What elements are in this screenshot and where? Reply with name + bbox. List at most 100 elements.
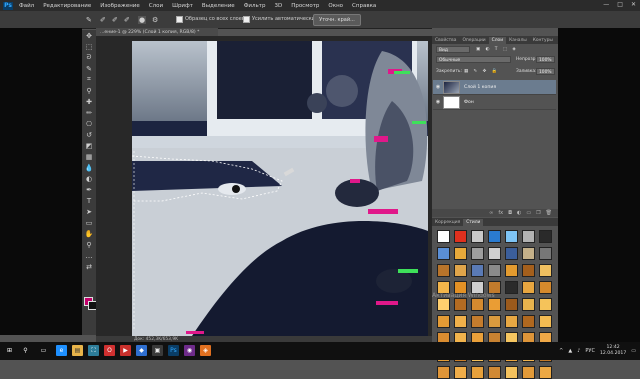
pen-tool-icon[interactable]: ✒	[82, 184, 96, 195]
app-icon[interactable]: ◉	[184, 345, 195, 356]
close-button[interactable]: ✕	[631, 1, 636, 8]
opacity-input[interactable]: 100%	[536, 56, 555, 63]
menu-layers[interactable]: Слои	[149, 3, 163, 9]
app-icon[interactable]: ▣	[152, 345, 163, 356]
blur-tool-icon[interactable]: 💧	[82, 162, 96, 173]
style-swatch[interactable]	[471, 366, 484, 379]
minimize-button[interactable]: —	[603, 1, 609, 8]
language-indicator[interactable]: РУС	[585, 348, 595, 354]
style-swatch[interactable]	[522, 264, 535, 277]
brush-mode-add-icon[interactable]: ✐	[112, 16, 118, 24]
tab-channels[interactable]: Каналы	[506, 37, 530, 44]
healing-brush-tool-icon[interactable]: ✚	[82, 96, 96, 107]
more-tools-icon[interactable]: …	[82, 250, 96, 261]
app-icon[interactable]: ◆	[136, 345, 147, 356]
style-swatch[interactable]	[471, 230, 484, 243]
style-swatch[interactable]	[437, 247, 450, 260]
style-swatch[interactable]	[488, 264, 501, 277]
style-swatch[interactable]	[488, 298, 501, 311]
crop-tool-icon[interactable]: ⌗	[82, 74, 96, 85]
style-swatch[interactable]	[522, 230, 535, 243]
clock[interactable]: 12:42 12.04.2017	[600, 345, 626, 357]
style-swatch[interactable]	[437, 315, 450, 328]
menu-view[interactable]: Просмотр	[291, 3, 319, 9]
dodge-tool-icon[interactable]: ◐	[82, 173, 96, 184]
fx-icon[interactable]: fx	[498, 210, 503, 216]
document-tab[interactable]: ...ение-1 @ 229% (Слой 1 копия, RGB/8) *	[96, 28, 218, 36]
eraser-tool-icon[interactable]: ◩	[82, 140, 96, 151]
tray-arrow-icon[interactable]: ^	[559, 348, 563, 354]
layer-filter-icons[interactable]: ▣ ◐ T ⬚ ◈	[476, 47, 518, 52]
notifications-icon[interactable]: ▭	[631, 348, 636, 354]
style-swatch[interactable]	[437, 298, 450, 311]
menu-type[interactable]: Шрифт	[172, 3, 193, 9]
style-swatch[interactable]	[522, 366, 535, 379]
search-icon[interactable]: ⚲	[20, 345, 31, 356]
style-swatch[interactable]	[471, 247, 484, 260]
style-swatch[interactable]	[539, 230, 552, 243]
menu-window[interactable]: Окно	[328, 3, 343, 9]
marquee-tool-icon[interactable]: ⬚	[82, 41, 96, 52]
style-swatch[interactable]	[539, 298, 552, 311]
style-swatch[interactable]	[539, 366, 552, 379]
gradient-tool-icon[interactable]: ▦	[82, 151, 96, 162]
photoshop-taskbar-icon[interactable]: Ps	[168, 345, 179, 356]
new-layer-icon[interactable]: ❐	[536, 210, 540, 216]
tab-adjustments[interactable]: Коррекция	[432, 219, 463, 226]
path-selection-tool-icon[interactable]: ➤	[82, 206, 96, 217]
layer-row[interactable]: ◉ Слой 1 копия	[433, 80, 556, 95]
style-swatch[interactable]	[454, 315, 467, 328]
menu-image[interactable]: Изображение	[100, 3, 140, 9]
style-swatch[interactable]	[488, 315, 501, 328]
type-tool-icon[interactable]: T	[82, 195, 96, 206]
style-swatch[interactable]	[522, 315, 535, 328]
style-swatch[interactable]	[505, 264, 518, 277]
brush-mode-new-icon[interactable]: ✐	[100, 16, 106, 24]
link-icon[interactable]: ∞	[489, 210, 493, 216]
style-swatch[interactable]	[505, 366, 518, 379]
style-swatch[interactable]	[454, 247, 467, 260]
style-swatch[interactable]	[505, 247, 518, 260]
style-swatch[interactable]	[437, 264, 450, 277]
layer-kind-filter[interactable]: Вид	[436, 46, 470, 53]
style-swatch[interactable]	[505, 230, 518, 243]
brush-settings-icon[interactable]: ⚙	[152, 16, 158, 24]
style-swatch[interactable]	[454, 230, 467, 243]
style-swatch[interactable]	[471, 315, 484, 328]
folder-icon[interactable]: ▭	[526, 210, 531, 216]
style-swatch[interactable]	[539, 281, 552, 294]
style-swatch[interactable]	[488, 230, 501, 243]
menu-edit[interactable]: Редактирование	[43, 3, 91, 9]
media-player-icon[interactable]: ▶	[120, 345, 131, 356]
edge-browser-icon[interactable]: e	[56, 345, 67, 356]
clone-stamp-tool-icon[interactable]: ⎔	[82, 118, 96, 129]
brush-tool-icon[interactable]: ✏	[82, 107, 96, 118]
app-icon[interactable]: ◈	[200, 345, 211, 356]
style-swatch[interactable]	[539, 247, 552, 260]
refine-edge-button[interactable]: Уточн. край...	[313, 14, 361, 26]
style-swatch[interactable]	[471, 298, 484, 311]
menu-filter[interactable]: Фильтр	[244, 3, 266, 9]
trash-icon[interactable]: 🗑	[546, 210, 552, 216]
style-swatch[interactable]	[471, 264, 484, 277]
lock-icons[interactable]: ▦ ✎ ✥ 🔒	[464, 69, 499, 74]
brush-mode-subtract-icon[interactable]: ✐	[124, 16, 130, 24]
style-swatch[interactable]	[454, 366, 467, 379]
style-swatch[interactable]	[522, 281, 535, 294]
eyedropper-tool-icon[interactable]: ⚲	[82, 85, 96, 96]
brush-size-picker-icon[interactable]: ●	[138, 16, 147, 24]
menu-3d[interactable]: 3D	[274, 3, 282, 9]
menu-select[interactable]: Выделение	[202, 3, 235, 9]
tab-paths[interactable]: Контуры	[530, 37, 556, 44]
menu-file[interactable]: Файл	[19, 3, 34, 9]
tab-properties[interactable]: Свойства	[432, 37, 459, 44]
style-swatch[interactable]	[522, 298, 535, 311]
style-swatch[interactable]	[539, 315, 552, 328]
history-brush-tool-icon[interactable]: ↺	[82, 129, 96, 140]
layer-row[interactable]: ◉ Фон	[433, 95, 556, 110]
sample-all-layers-checkbox[interactable]	[176, 16, 183, 23]
windows-start-icon[interactable]: ⊞	[4, 345, 15, 356]
eye-icon[interactable]: ◉	[433, 99, 443, 105]
hand-tool-icon[interactable]: ✋	[82, 228, 96, 239]
move-tool-icon[interactable]: ✥	[82, 30, 96, 41]
